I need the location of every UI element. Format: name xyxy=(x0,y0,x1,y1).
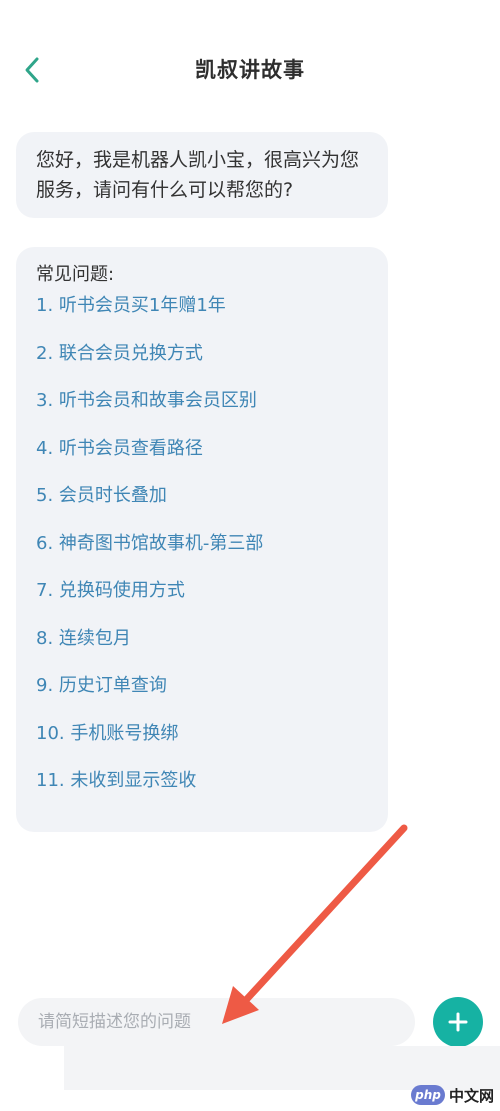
greeting-message: 您好，我是机器人凯小宝，很高兴为您服务，请问有什么可以帮您的? xyxy=(16,132,388,218)
header: 凯叔讲故事 xyxy=(0,40,500,100)
watermark: php 中文网 xyxy=(410,1083,494,1107)
watermark-text: 中文网 xyxy=(448,1086,494,1105)
faq-link[interactable]: 9. 历史订单查询 xyxy=(36,674,368,722)
faq-link[interactable]: 1. 听书会员买1年赠1年 xyxy=(36,294,368,342)
question-input-container xyxy=(18,998,415,1046)
faq-link[interactable]: 8. 连续包月 xyxy=(36,627,368,675)
add-button[interactable] xyxy=(433,997,483,1047)
faq-list: 1. 听书会员买1年赠1年 2. 联合会员兑换方式 3. 听书会员和故事会员区别… xyxy=(36,294,368,817)
faq-link[interactable]: 3. 听书会员和故事会员区别 xyxy=(36,389,368,437)
faq-link[interactable]: 2. 联合会员兑换方式 xyxy=(36,342,368,390)
page-title: 凯叔讲故事 xyxy=(195,57,305,82)
faq-link[interactable]: 6. 神奇图书馆故事机-第三部 xyxy=(36,532,368,580)
faq-link[interactable]: 11. 未收到显示签收 xyxy=(36,769,368,817)
question-input[interactable] xyxy=(18,998,415,1046)
watermark-logo: php xyxy=(410,1085,445,1105)
plus-icon xyxy=(448,1012,468,1032)
chat-page: 凯叔讲故事 您好，我是机器人凯小宝，很高兴为您服务，请问有什么可以帮您的? 常见… xyxy=(0,0,500,1111)
faq-link[interactable]: 4. 听书会员查看路径 xyxy=(36,437,368,485)
faq-link[interactable]: 5. 会员时长叠加 xyxy=(36,484,368,532)
faq-message: 常见问题: 1. 听书会员买1年赠1年 2. 联合会员兑换方式 3. 听书会员和… xyxy=(16,247,388,832)
faq-link[interactable]: 10. 手机账号换绑 xyxy=(36,722,368,770)
faq-heading: 常见问题: xyxy=(36,264,115,285)
faq-link[interactable]: 7. 兑换码使用方式 xyxy=(36,579,368,627)
